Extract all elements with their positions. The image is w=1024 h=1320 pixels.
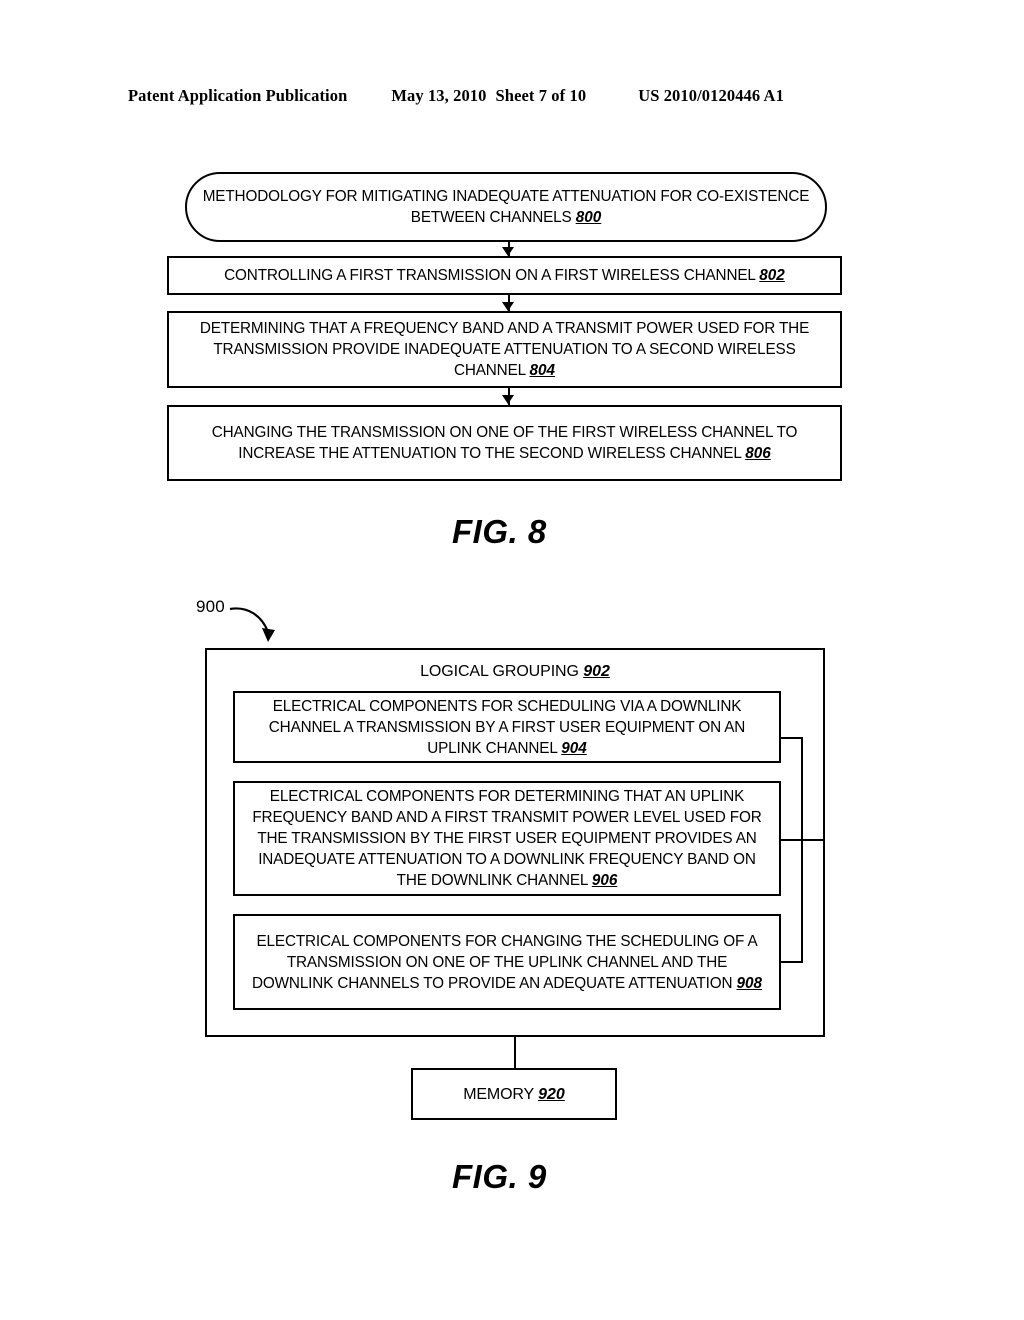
component-box-908: ELECTRICAL COMPONENTS FOR CHANGING THE S… [233,914,781,1010]
flowchart-node-800: METHODOLOGY FOR MITIGATING INADEQUATE AT… [185,172,827,242]
figure-8-caption: FIG. 8 [452,513,547,550]
flowchart-node-802-text: CONTROLLING A FIRST TRANSMISSION ON A FI… [224,267,785,284]
flowchart-node-800-text: METHODOLOGY FOR MITIGATING INADEQUATE AT… [202,188,810,226]
component-box-906: ELECTRICAL COMPONENTS FOR DETERMINING TH… [233,781,781,896]
flowchart-node-806-text: CHANGING THE TRANSMISSION ON ONE OF THE … [211,424,798,462]
logical-grouping-label: LOGICAL GROUPING 902 [420,663,610,680]
flowchart-node-804: DETERMINING THAT A FREQUENCY BAND AND A … [167,311,842,388]
bus-stub-904 [781,737,803,739]
flowchart-node-804-text: DETERMINING THAT A FREQUENCY BAND AND A … [199,320,810,379]
bus-stub-908 [781,961,803,963]
component-box-908-text: ELECTRICAL COMPONENTS FOR CHANGING THE S… [251,932,762,992]
connector-system-memory [514,1037,516,1069]
component-box-906-text: ELECTRICAL COMPONENTS FOR DETERMINING TH… [252,788,762,889]
page-header: Patent Application Publication May 13, 2… [128,86,896,108]
flowchart-node-802: CONTROLLING A FIRST TRANSMISSION ON A FI… [167,256,842,295]
component-box-904-text: ELECTRICAL COMPONENTS FOR SCHEDULING VIA… [268,697,746,757]
header-publication: Patent Application Publication [128,86,348,105]
header-doc-number: US 2010/0120446 A1 [638,86,784,105]
lead-line-arrow-900 [229,607,275,642]
figure-9-caption: FIG. 9 [452,1158,547,1195]
header-sheet: Sheet 7 of 10 [495,86,587,105]
arrowhead-800-802 [502,247,514,256]
flowchart-node-806: CHANGING THE TRANSMISSION ON ONE OF THE … [167,405,842,481]
bus-spine [801,737,803,963]
bus-tie-to-wall [801,839,825,841]
arrowhead-804-806 [502,395,514,404]
memory-box-920-text: MEMORY 920 [463,1085,565,1103]
component-box-904: ELECTRICAL COMPONENTS FOR SCHEDULING VIA… [233,691,781,763]
memory-box-920: MEMORY 920 [411,1068,617,1120]
header-date: May 13, 2010 [391,86,487,105]
arrowhead-802-804 [502,302,514,311]
figure-9-system-ref-label: 900 [196,597,225,616]
figure-9-system-box: LOGICAL GROUPING 902 ELECTRICAL COMPONEN… [205,648,825,1037]
bus-stub-906 [781,839,803,841]
